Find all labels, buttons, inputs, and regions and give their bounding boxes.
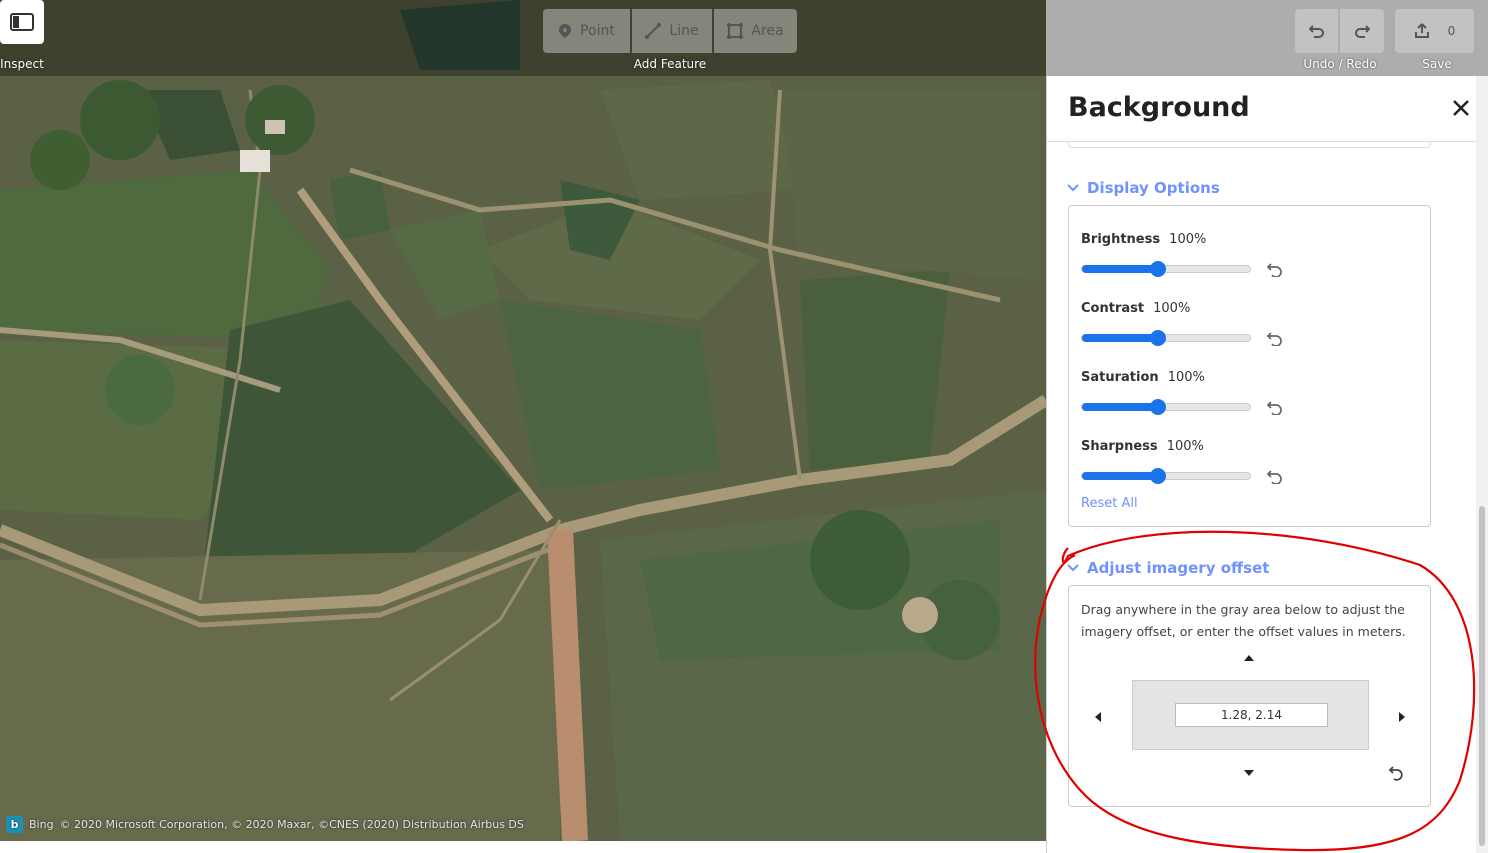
contrast-slider[interactable] [1081, 330, 1251, 346]
contrast-slider-thumb[interactable] [1149, 330, 1166, 346]
offset-box: Drag anywhere in the gray area below to … [1068, 585, 1431, 807]
point-icon [559, 24, 572, 38]
offset-up-arrow[interactable] [1244, 655, 1254, 661]
add-line-button[interactable]: Line [632, 9, 712, 53]
inspect-label: Inspect [0, 57, 44, 71]
satellite-imagery [0, 0, 1046, 841]
brightness-slider[interactable] [1081, 261, 1251, 277]
undo-icon [1308, 25, 1324, 38]
chevron-down-icon [1067, 564, 1079, 572]
display-options-box: Brightness 100% Contrast 100% Saturation… [1068, 205, 1431, 527]
line-label: Line [669, 23, 699, 39]
saturation-slider-thumb[interactable] [1149, 399, 1166, 415]
offset-toggle[interactable]: Adjust imagery offset [1067, 559, 1269, 577]
offset-heading: Adjust imagery offset [1087, 559, 1270, 577]
display-options-heading: Display Options [1087, 179, 1220, 197]
background-pane: Background Display Options Brightness 10… [1046, 76, 1476, 853]
undo-redo-label: Undo / Redo [1303, 57, 1377, 71]
sharpness-slider-thumb[interactable] [1149, 468, 1166, 484]
line-icon [645, 23, 662, 39]
brightness-slider-thumb[interactable] [1149, 261, 1166, 277]
redo-button[interactable] [1340, 9, 1384, 53]
display-options-toggle[interactable]: Display Options [1067, 179, 1220, 197]
add-area-button[interactable]: Area [714, 9, 797, 53]
add-point-button[interactable]: Point [543, 9, 630, 53]
pane-scrollbar[interactable] [1476, 76, 1488, 853]
contrast-reset-icon[interactable] [1267, 330, 1283, 346]
save-count: 0 [1447, 24, 1456, 38]
imagery-attribution: b Bing © 2020 Microsoft Corporation, © 2… [6, 816, 524, 833]
chevron-down-icon [1067, 184, 1079, 192]
point-label: Point [580, 23, 615, 39]
sharpness-reset-icon[interactable] [1267, 468, 1283, 484]
pane-header: Background [1047, 76, 1476, 142]
map-canvas[interactable] [0, 0, 1046, 841]
bottom-strip [0, 841, 1046, 853]
bing-logo-icon: b [6, 816, 23, 833]
brightness-label: Brightness 100% [1081, 232, 1207, 247]
attribution-text: © 2020 Microsoft Corporation, © 2020 Max… [59, 818, 524, 831]
offset-right-arrow[interactable] [1399, 712, 1405, 722]
pane-title: Background [1068, 92, 1250, 123]
close-icon [1453, 100, 1469, 116]
saturation-reset-icon[interactable] [1267, 399, 1283, 415]
top-toolbar: Inspect Point Line Area Add Feature Undo… [0, 0, 1488, 76]
close-button[interactable] [1452, 98, 1470, 123]
save-button[interactable]: 0 [1395, 9, 1474, 53]
brightness-reset-icon[interactable] [1267, 261, 1283, 277]
undo-button[interactable] [1295, 9, 1338, 53]
upload-icon [1414, 23, 1429, 38]
offset-down-arrow[interactable] [1244, 770, 1254, 776]
contrast-label: Contrast 100% [1081, 301, 1191, 316]
offset-drag-area[interactable] [1132, 680, 1369, 750]
saturation-slider[interactable] [1081, 399, 1251, 415]
offset-input[interactable] [1175, 703, 1328, 727]
redo-icon [1355, 25, 1370, 38]
area-icon [727, 23, 744, 39]
offset-reset-icon[interactable] [1388, 764, 1406, 782]
attribution-provider: Bing [29, 818, 54, 831]
offset-description: Drag anywhere in the gray area below to … [1081, 602, 1406, 639]
area-label: Area [751, 23, 784, 39]
sidebar-toggle-icon [10, 13, 34, 31]
inspect-button[interactable] [0, 0, 44, 44]
saturation-label: Saturation 100% [1081, 370, 1205, 385]
offset-left-arrow[interactable] [1095, 712, 1101, 722]
save-label: Save [1422, 57, 1452, 71]
scrollbar-thumb[interactable] [1479, 506, 1485, 846]
add-feature-label: Add Feature [633, 57, 707, 71]
previous-section-edge [1068, 142, 1431, 148]
reset-all-link[interactable]: Reset All [1081, 496, 1138, 511]
sharpness-slider[interactable] [1081, 468, 1251, 484]
sharpness-label: Sharpness 100% [1081, 439, 1204, 454]
